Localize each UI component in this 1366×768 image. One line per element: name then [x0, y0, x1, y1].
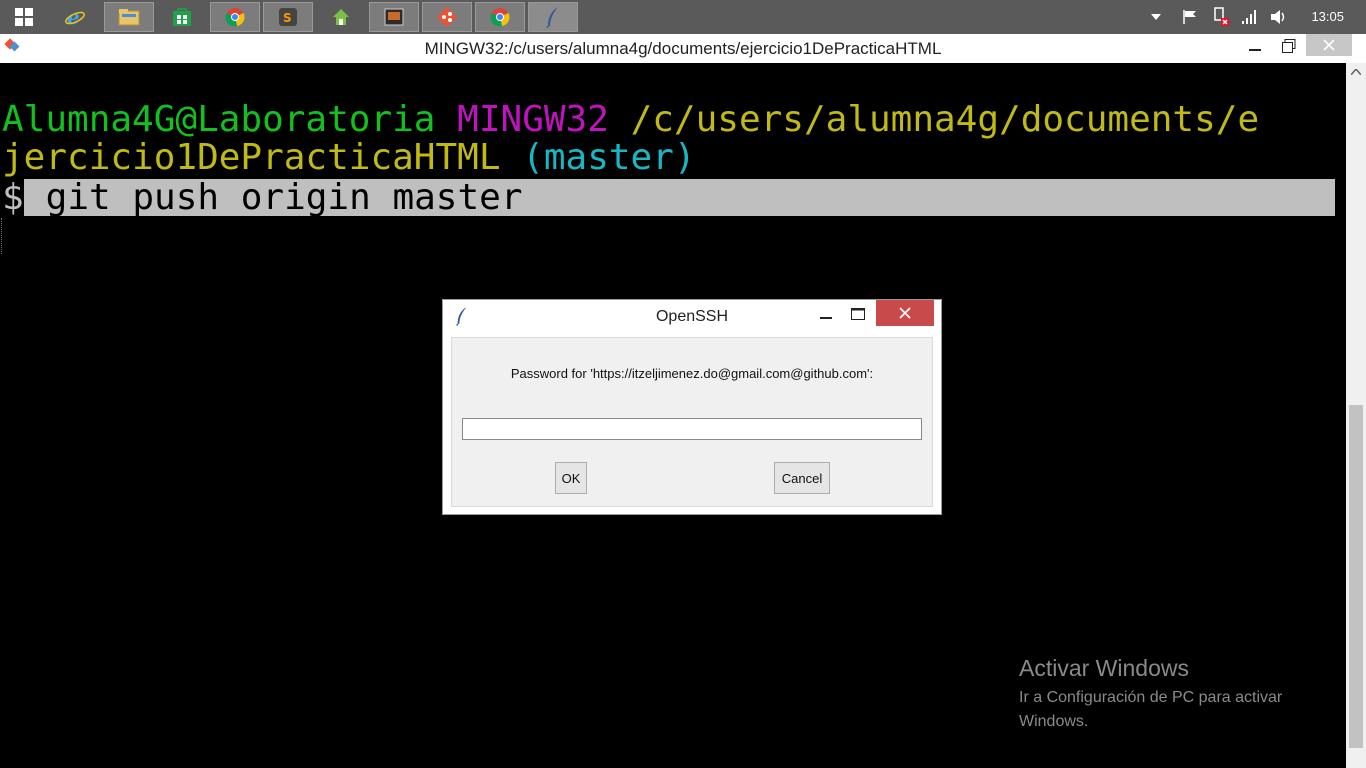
media-icon — [384, 8, 404, 26]
prompt-line-2: jercicio1DePracticaHTML (master) — [2, 139, 696, 177]
command-text: git push origin master — [24, 177, 523, 218]
restore-icon — [1282, 39, 1296, 53]
file-explorer-icon — [118, 9, 140, 26]
prompt-path-cont: jercicio1DePracticaHTML — [2, 137, 501, 178]
terminal-titlebar[interactable]: MINGW32:/c/users/alumna4g/documents/ejer… — [0, 34, 1366, 63]
minimize-icon — [1249, 49, 1261, 51]
command-line[interactable]: $ git push origin master — [0, 179, 1335, 216]
store-icon — [173, 8, 191, 26]
watermark-subtitle: Ir a Configuración de PC para activar Wi… — [1019, 689, 1283, 730]
taskbar-sublime[interactable]: S — [263, 2, 313, 32]
cancel-button[interactable]: Cancel — [774, 462, 830, 494]
taskbar-store[interactable] — [157, 2, 207, 32]
maximize-icon — [851, 308, 865, 320]
taskbar-home-app[interactable] — [316, 2, 366, 32]
prompt-path: /c/users/alumna4g/documents/e — [630, 99, 1260, 140]
ok-button[interactable]: OK — [555, 462, 587, 494]
signal-icon[interactable] — [1238, 0, 1260, 34]
password-prompt: Password for 'https://itzeljimenez.do@gm… — [510, 366, 874, 381]
volume-icon[interactable] — [1268, 0, 1290, 34]
flag-icon[interactable] — [1178, 0, 1202, 34]
close-icon — [899, 307, 911, 319]
taskbar-openssh[interactable] — [528, 2, 578, 32]
scroll-up-icon[interactable] — [1351, 69, 1361, 75]
sublime-icon: S — [279, 8, 297, 26]
window-title: MINGW32:/c/users/alumna4g/documents/ejer… — [424, 39, 942, 58]
close-button[interactable] — [1306, 34, 1352, 56]
prompt-system: MINGW32 — [457, 99, 609, 140]
restore-button[interactable] — [1274, 34, 1304, 58]
tray-expand-icon[interactable] — [1146, 0, 1166, 34]
prompt-dollar: $ — [2, 177, 24, 218]
internet-explorer-icon: e — [65, 6, 85, 28]
openssh-dialog[interactable]: OpenSSH Password for 'https://itzeljimen… — [442, 299, 942, 515]
password-input[interactable] — [462, 418, 922, 440]
taskbar: e S 13:05 — [0, 0, 1366, 34]
scrollbar-thumb[interactable] — [1349, 405, 1363, 748]
feather-icon — [546, 7, 558, 28]
clock[interactable]: 13:05 — [1311, 0, 1344, 34]
network-error-icon[interactable] — [1208, 0, 1232, 34]
minimize-button[interactable] — [1240, 34, 1270, 58]
taskbar-chrome-alt[interactable] — [475, 2, 525, 32]
taskbar-internet-explorer[interactable]: e — [50, 2, 100, 32]
svg-text:S: S — [283, 11, 292, 25]
prompt-user: Alumna4G@Laboratoria — [2, 99, 436, 140]
activation-watermark: Activar Windows Ir a Configuración de PC… — [1019, 654, 1319, 734]
dialog-close-button[interactable] — [876, 300, 934, 326]
dialog-maximize-button[interactable] — [845, 302, 871, 326]
taskbar-media[interactable] — [369, 2, 419, 32]
prompt-line-1: Alumna4G@Laboratoria MINGW32 /c/users/al… — [2, 101, 1259, 139]
watermark-title: Activar Windows — [1019, 655, 1189, 681]
close-icon — [1323, 39, 1335, 51]
minimize-icon — [820, 317, 832, 319]
chrome-icon — [225, 8, 245, 27]
taskbar-chrome[interactable] — [210, 2, 260, 32]
prompt-branch: (master) — [522, 137, 696, 178]
taskbar-file-explorer[interactable] — [104, 2, 154, 32]
taskbar-git-gui[interactable] — [422, 2, 472, 32]
git-gui-icon — [437, 7, 457, 27]
dialog-body: Password for 'https://itzeljimenez.do@gm… — [451, 337, 933, 507]
dialog-minimize-button[interactable] — [813, 302, 839, 326]
cursor — [1, 218, 3, 254]
windows-logo-icon — [15, 8, 33, 26]
start-button[interactable] — [6, 5, 42, 29]
chrome-alt-icon — [490, 8, 510, 27]
home-app-icon — [333, 9, 349, 25]
